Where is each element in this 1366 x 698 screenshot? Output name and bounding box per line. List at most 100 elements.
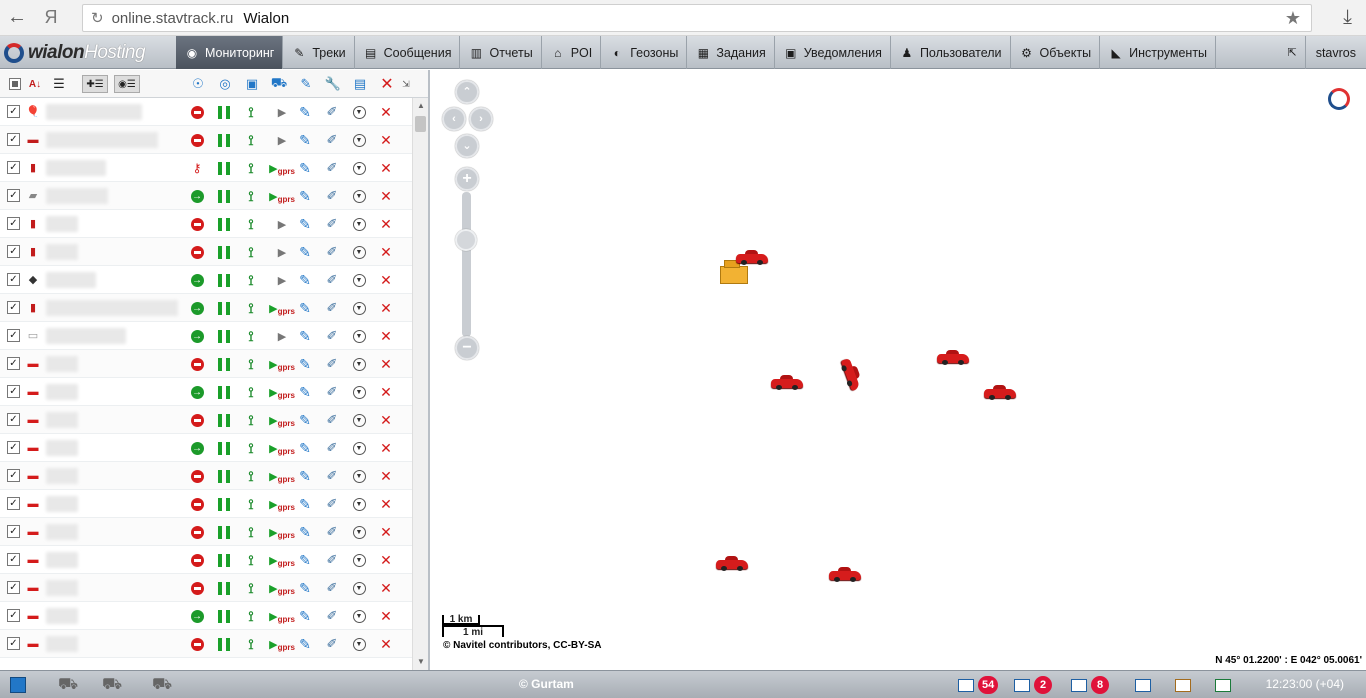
connection-state[interactable]: ⟟ (243, 328, 259, 344)
pan-up-icon[interactable]: ⌃ (455, 80, 479, 104)
unit-checkbox[interactable]: ✓ (7, 357, 20, 370)
unit-checkbox[interactable]: ✓ (7, 441, 20, 454)
unit-checkbox[interactable]: ✓ (7, 385, 20, 398)
edit-button[interactable]: ✎ (297, 104, 313, 120)
edit-button[interactable]: ✎ (297, 580, 313, 596)
properties-button[interactable]: ✐ (324, 328, 340, 344)
unit-menu-button[interactable]: ▼ (351, 440, 367, 456)
unit-row[interactable]: ✓ 🎈 ⟟ ▶ ✎ ✐ ▼ ✕ (0, 98, 412, 126)
edit-button[interactable]: ✎ (297, 552, 313, 568)
properties-button[interactable]: ✐ (324, 244, 340, 260)
unit-row[interactable]: ✓ ▬ ⟟ ▶ gprs ✎ ✐ ▼ ✕ (0, 518, 412, 546)
unit-row[interactable]: ✓ ▬ ⟟ ▶ gprs ✎ ✐ ▼ ✕ (0, 574, 412, 602)
car-marker-icon[interactable] (736, 250, 768, 265)
connection-state[interactable]: ⟟ (243, 356, 259, 372)
commands-indicator[interactable]: 2 (1014, 676, 1052, 694)
connection-state[interactable]: ⟟ (243, 188, 259, 204)
unit-state[interactable] (189, 356, 205, 372)
unit-name-truck-icon[interactable]: ⛟ (102, 676, 122, 694)
pan-right-icon[interactable]: › (469, 107, 493, 131)
address-bar[interactable]: ↻ online.stavtrack.ru Wialon ★ (82, 4, 1312, 32)
sort-az-icon[interactable]: A↓ (26, 75, 44, 93)
properties-button[interactable]: ✐ (324, 300, 340, 316)
menu-item-tools[interactable]: ◣ Инструменты (1100, 36, 1217, 69)
unit-state[interactable]: → (189, 608, 205, 624)
unit-row[interactable]: ✓ ◆ → ⟟ ▶ ✎ ✐ ▼ ✕ (0, 266, 412, 294)
connection-state[interactable]: ⟟ (243, 608, 259, 624)
connection-state[interactable]: ⟟ (243, 216, 259, 232)
command-button[interactable]: ▶ (270, 244, 294, 260)
command-button[interactable]: ▶ gprs (269, 636, 295, 652)
properties-button[interactable]: ✐ (324, 496, 340, 512)
unit-list-scrollbar[interactable]: ▲ ▼ (412, 98, 428, 670)
connection-state[interactable]: ⟟ (243, 300, 259, 316)
unit-checkbox[interactable]: ✓ (7, 469, 20, 482)
remove-button[interactable]: ✕ (378, 328, 394, 344)
unit-state[interactable] (189, 636, 205, 652)
properties-button[interactable]: ✐ (324, 552, 340, 568)
menu-item-track[interactable]: ✎ Треки (283, 36, 355, 69)
menu-item-geofence[interactable]: ◐ Геозоны (601, 36, 688, 69)
unit-state[interactable] (189, 580, 205, 596)
edit-button[interactable]: ✎ (297, 412, 313, 428)
watch-toggle[interactable] (216, 496, 232, 512)
command-button[interactable]: ▶ gprs (269, 496, 295, 512)
command-button[interactable]: ▶ gprs (269, 524, 295, 540)
remove-button[interactable]: ✕ (378, 160, 394, 176)
unit-menu-button[interactable]: ▼ (351, 328, 367, 344)
reload-icon[interactable]: ↻ (91, 9, 104, 27)
connection-state[interactable]: ⟟ (243, 412, 259, 428)
watch-toggle[interactable] (216, 356, 232, 372)
menu-item-globe[interactable]: ◉ Мониторинг (176, 36, 284, 69)
watch-toggle[interactable] (216, 160, 232, 176)
edit-button[interactable]: ✎ (297, 244, 313, 260)
unit-row[interactable]: ✓ ▬ → ⟟ ▶ gprs ✎ ✐ ▼ ✕ (0, 602, 412, 630)
command-button[interactable]: ▶ gprs (269, 412, 295, 428)
truck-cmd-icon[interactable]: ⛟ (270, 75, 288, 93)
unit-truck-icon[interactable]: ⛟ (58, 676, 78, 694)
gurtam-link[interactable]: © Gurtam (519, 677, 574, 691)
connection-state[interactable]: ⟟ (243, 636, 259, 652)
unit-state[interactable] (189, 104, 205, 120)
command-button[interactable]: ▶ gprs (269, 580, 295, 596)
car-marker-icon[interactable] (829, 567, 861, 582)
remove-button[interactable]: ✕ (378, 608, 394, 624)
unit-menu-button[interactable]: ▼ (351, 524, 367, 540)
remove-button[interactable]: ✕ (378, 216, 394, 232)
command-button[interactable]: ▶ (270, 216, 294, 232)
gps-icon[interactable]: ▣ (243, 75, 261, 93)
properties-button[interactable]: ✐ (324, 216, 340, 232)
unit-menu-button[interactable]: ▼ (351, 300, 367, 316)
unit-checkbox[interactable]: ✓ (7, 553, 20, 566)
unit-state[interactable] (189, 524, 205, 540)
command-button[interactable]: ▶ gprs (269, 468, 295, 484)
yandex-icon[interactable]: Я (34, 0, 68, 36)
unit-state[interactable]: ⚷ (189, 160, 205, 176)
command-button[interactable]: ▶ (270, 272, 294, 288)
unit-row[interactable]: ✓ ▬ → ⟟ ▶ gprs ✎ ✐ ▼ ✕ (0, 434, 412, 462)
properties-button[interactable]: ✐ (324, 272, 340, 288)
connection-state[interactable]: ⟟ (243, 496, 259, 512)
report-all-icon[interactable]: ▤ (351, 75, 369, 93)
command-button[interactable]: ▶ gprs (269, 608, 295, 624)
unit-row[interactable]: ✓ ▬ → ⟟ ▶ gprs ✎ ✐ ▼ ✕ (0, 378, 412, 406)
add-group-icon[interactable]: ◉☰ (114, 75, 140, 93)
remove-button[interactable]: ✕ (378, 132, 394, 148)
watch-toggle[interactable] (216, 580, 232, 596)
menu-item-jobs[interactable]: ▦ Задания (687, 36, 775, 69)
command-button[interactable]: ▶ (270, 132, 294, 148)
unit-state[interactable] (189, 216, 205, 232)
unit-state[interactable] (189, 552, 205, 568)
remove-button[interactable]: ✕ (378, 468, 394, 484)
unit-row[interactable]: ✓ ▬ ⟟ ▶ gprs ✎ ✐ ▼ ✕ (0, 350, 412, 378)
watch-toggle[interactable] (216, 188, 232, 204)
car-marker-icon[interactable] (937, 350, 969, 365)
edit-button[interactable]: ✎ (297, 636, 313, 652)
edit-button[interactable]: ✎ (297, 496, 313, 512)
unit-checkbox[interactable]: ✓ (7, 581, 20, 594)
unit-checkbox[interactable]: ✓ (7, 413, 20, 426)
expand-icon[interactable]: ⇲ (397, 75, 415, 93)
wrench-all-icon[interactable]: 🔧 (324, 75, 342, 93)
toggle-panel-icon[interactable] (10, 676, 26, 694)
unit-menu-button[interactable]: ▼ (351, 580, 367, 596)
